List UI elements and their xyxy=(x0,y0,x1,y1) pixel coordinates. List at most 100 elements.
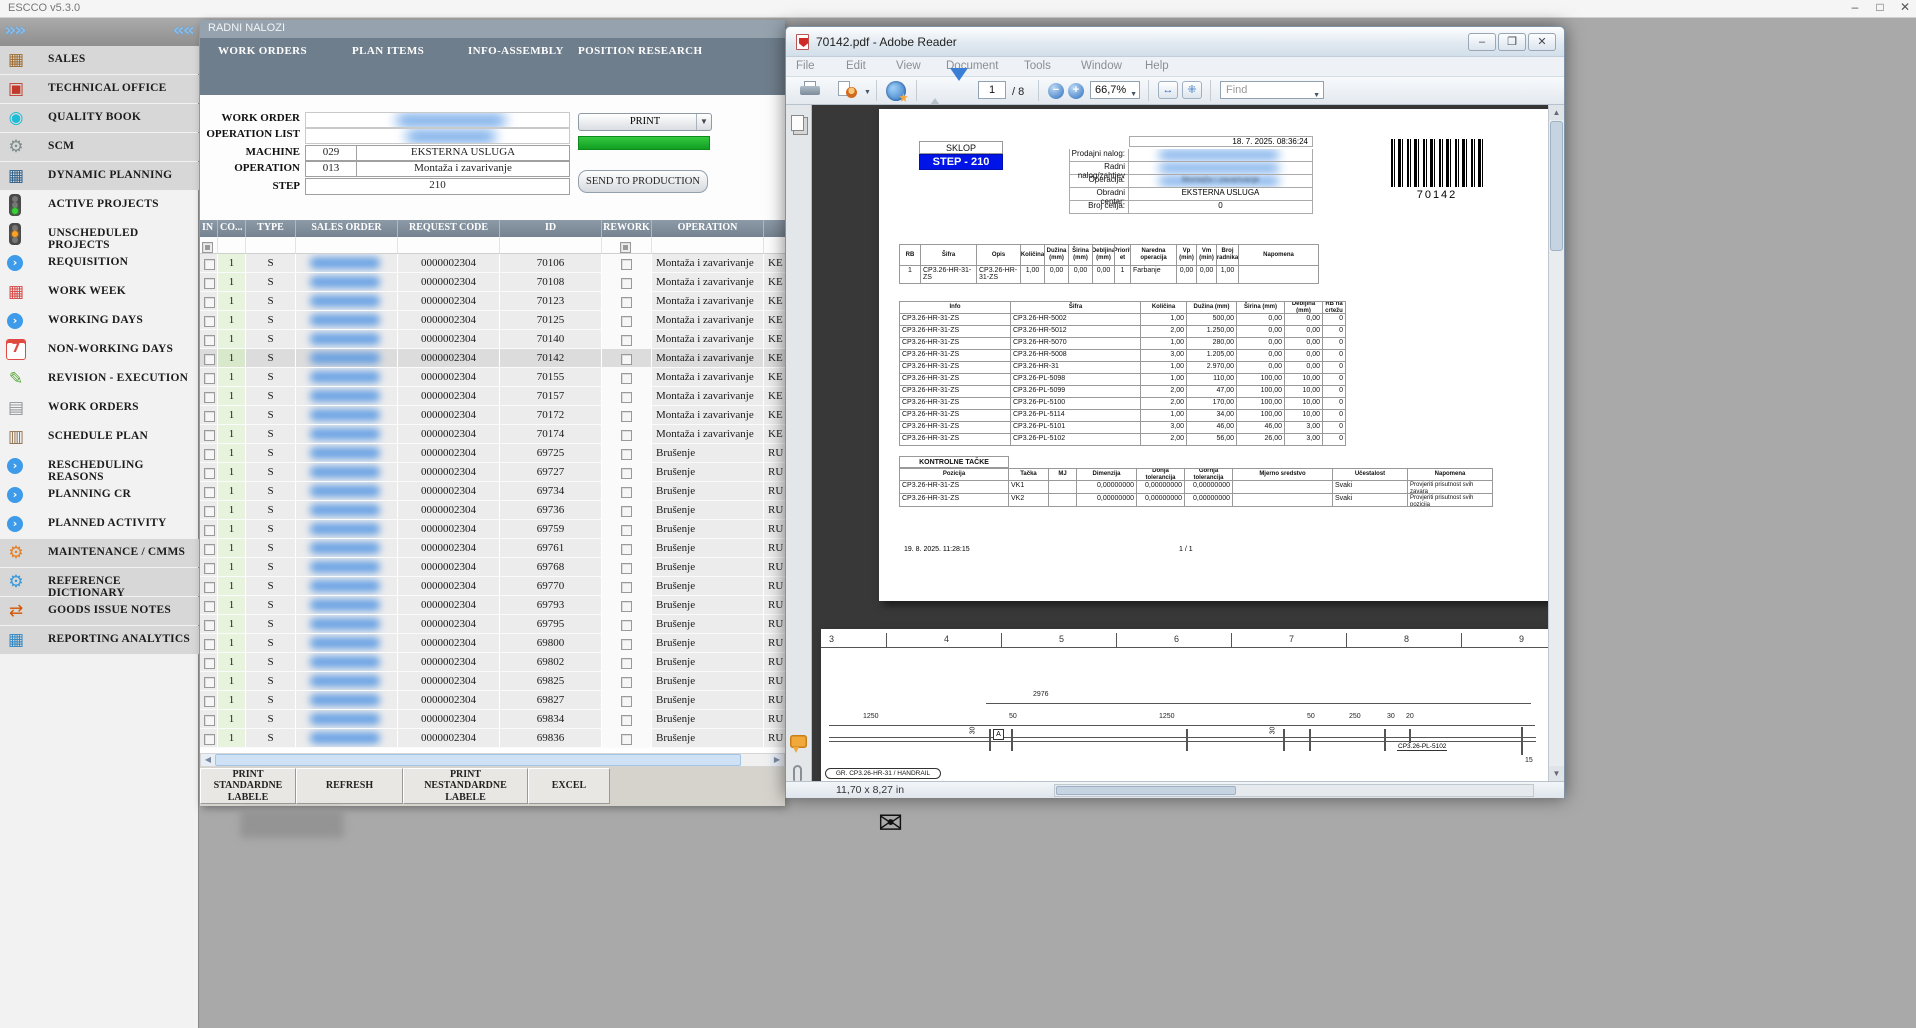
scroll-down-icon[interactable]: ▼ xyxy=(1549,766,1564,781)
rework-checkbox[interactable] xyxy=(621,658,632,669)
table-row[interactable]: 1S000000230470123Montaža i zavarivanjeKE xyxy=(200,292,785,311)
row-select-checkbox[interactable] xyxy=(204,316,215,327)
table-row[interactable]: 1S000000230470155Montaža i zavarivanjeKE xyxy=(200,368,785,387)
sidebar-item-dynamic-planning[interactable]: ▦DYNAMIC PLANNING xyxy=(0,162,199,190)
sidebar-item-non-working-days[interactable]: 7NON-WORKING DAYS xyxy=(0,336,199,364)
row-select-checkbox[interactable] xyxy=(204,563,215,574)
sidebar-item-reporting-analytics[interactable]: ▦REPORTING ANALYTICS xyxy=(0,626,199,654)
table-row[interactable]: 1S000000230469770BrušenjeRU xyxy=(200,577,785,596)
rework-checkbox[interactable] xyxy=(621,563,632,574)
print-standardne-labele-button[interactable]: PRINT STANDARDNE LABELE xyxy=(200,768,296,804)
rework-checkbox[interactable] xyxy=(621,544,632,555)
sidebar-item-working-days[interactable]: ›WORKING DAYS xyxy=(0,307,199,335)
row-select-checkbox[interactable] xyxy=(204,297,215,308)
pdf-vertical-scrollbar[interactable]: ▲ ▼ xyxy=(1548,105,1564,781)
pdf-hscroll-thumb[interactable] xyxy=(1056,786,1236,795)
rework-checkbox[interactable] xyxy=(621,259,632,270)
fit-width-icon[interactable]: ↔ xyxy=(1158,81,1178,99)
fit-page-icon[interactable]: ⁜ xyxy=(1182,81,1202,99)
row-select-checkbox[interactable] xyxy=(204,354,215,365)
zoom-out-icon[interactable]: − xyxy=(1048,83,1064,99)
table-row[interactable]: 1S000000230469761BrušenjeRU xyxy=(200,539,785,558)
table-row[interactable]: 1S000000230470125Montaža i zavarivanjeKE xyxy=(200,311,785,330)
send-to-production-button[interactable]: SEND TO PRODUCTION xyxy=(578,170,708,193)
column-header[interactable]: SALES ORDER xyxy=(296,220,398,237)
operation-code-field[interactable]: 013 xyxy=(305,161,357,177)
filter-cell[interactable] xyxy=(500,237,602,254)
row-select-checkbox[interactable] xyxy=(204,468,215,479)
print-nestandardne-labele-button[interactable]: PRINT NESTANDARDNE LABELE xyxy=(403,768,528,804)
sidebar-item-active-projects[interactable]: ACTIVE PROJECTS xyxy=(0,191,199,219)
column-header[interactable]: OPERATION xyxy=(652,220,764,237)
row-select-checkbox[interactable] xyxy=(204,278,215,289)
column-header[interactable]: REQUEST CODE xyxy=(398,220,500,237)
rework-checkbox[interactable] xyxy=(621,335,632,346)
rework-checkbox[interactable] xyxy=(621,316,632,327)
collapse-chevrons-icon[interactable]: «« xyxy=(172,19,193,41)
pdf-horizontal-scrollbar[interactable] xyxy=(1054,784,1534,797)
sidebar-item-sales[interactable]: ▦SALES xyxy=(0,46,199,74)
row-select-checkbox[interactable] xyxy=(204,411,215,422)
table-row[interactable]: 1S000000230470140Montaža i zavarivanjeKE xyxy=(200,330,785,349)
row-select-checkbox[interactable] xyxy=(204,544,215,555)
rework-checkbox[interactable] xyxy=(621,734,632,745)
row-select-checkbox[interactable] xyxy=(204,449,215,460)
row-select-checkbox[interactable] xyxy=(204,487,215,498)
menu-help[interactable]: Help xyxy=(1145,60,1169,72)
table-row[interactable]: 1S000000230469836BrušenjeRU xyxy=(200,729,785,748)
sidebar-item-reference-dictionary[interactable]: ⚙REFERENCE DICTIONARY xyxy=(0,568,199,596)
rework-checkbox[interactable] xyxy=(621,601,632,612)
step-field[interactable]: 210 xyxy=(305,178,570,195)
row-select-checkbox[interactable] xyxy=(204,373,215,384)
sidebar-item-planned-activity[interactable]: ›PLANNED ACTIVITY xyxy=(0,510,199,538)
rework-checkbox[interactable] xyxy=(621,430,632,441)
filter-cell[interactable] xyxy=(296,237,398,254)
tab-plan-items[interactable]: PLAN ITEMS xyxy=(352,45,424,57)
table-row[interactable]: 1S000000230470157Montaža i zavarivanjeKE xyxy=(200,387,785,406)
sidebar-item-work-orders[interactable]: ▤WORK ORDERS xyxy=(0,394,199,422)
filter-checkbox-cell[interactable] xyxy=(602,237,652,254)
close-icon[interactable]: ✕ xyxy=(1893,0,1916,16)
column-header[interactable]: IN ... xyxy=(200,220,218,237)
menu-window[interactable]: Window xyxy=(1081,60,1122,72)
rework-checkbox[interactable] xyxy=(621,297,632,308)
row-select-checkbox[interactable] xyxy=(204,620,215,631)
filter-cell[interactable] xyxy=(246,237,296,254)
web-capture-icon[interactable] xyxy=(886,81,906,101)
menu-tools[interactable]: Tools xyxy=(1024,60,1051,72)
pdf-maximize-icon[interactable]: ❐ xyxy=(1498,33,1526,51)
filter-cell[interactable] xyxy=(398,237,500,254)
column-header[interactable] xyxy=(764,220,785,237)
machine-code-field[interactable]: 029 xyxy=(305,145,357,161)
row-select-checkbox[interactable] xyxy=(204,335,215,346)
scroll-left-icon[interactable]: ◀ xyxy=(201,754,215,766)
row-select-checkbox[interactable] xyxy=(204,677,215,688)
sidebar-item-requisition[interactable]: ›REQUISITION xyxy=(0,249,199,277)
print-icon[interactable] xyxy=(800,81,820,97)
previous-page-icon[interactable] xyxy=(926,81,944,99)
scrollbar-thumb[interactable] xyxy=(215,754,741,766)
menu-view[interactable]: View xyxy=(896,60,921,72)
column-header[interactable]: ID xyxy=(500,220,602,237)
rework-checkbox[interactable] xyxy=(621,354,632,365)
rework-checkbox[interactable] xyxy=(621,715,632,726)
sidebar-item-unscheduled-projects[interactable]: UNSCHEDULED PROJECTS xyxy=(0,220,199,248)
table-row[interactable]: 1S000000230470106Montaža i zavarivanjeKE xyxy=(200,254,785,273)
tab-position-research[interactable]: POSITION RESEARCH xyxy=(578,45,702,57)
table-row[interactable]: 1S000000230469736BrušenjeRU xyxy=(200,501,785,520)
table-row[interactable]: 1S000000230469802BrušenjeRU xyxy=(200,653,785,672)
rework-checkbox[interactable] xyxy=(621,468,632,479)
table-row[interactable]: 1S000000230469834BrušenjeRU xyxy=(200,710,785,729)
table-row[interactable]: 1S000000230470172Montaža i zavarivanjeKE xyxy=(200,406,785,425)
filter-checkbox-cell[interactable] xyxy=(200,237,218,254)
row-select-checkbox[interactable] xyxy=(204,430,215,441)
refresh-button[interactable]: REFRESH xyxy=(296,768,403,804)
pdf-titlebar[interactable]: 70142.pdf - Adobe Reader – ❐ ✕ xyxy=(786,27,1564,57)
sidebar-item-maintenance-cmms[interactable]: ⚙MAINTENANCE / CMMS xyxy=(0,539,199,567)
pdf-minimize-icon[interactable]: – xyxy=(1468,33,1496,51)
row-select-checkbox[interactable] xyxy=(204,715,215,726)
tab-work-orders[interactable]: WORK ORDERS xyxy=(218,45,307,57)
operation-list-field[interactable] xyxy=(305,128,570,144)
operation-name-field[interactable]: Montaža i zavarivanje xyxy=(356,161,570,177)
table-row[interactable]: 1S000000230470174Montaža i zavarivanjeKE xyxy=(200,425,785,444)
